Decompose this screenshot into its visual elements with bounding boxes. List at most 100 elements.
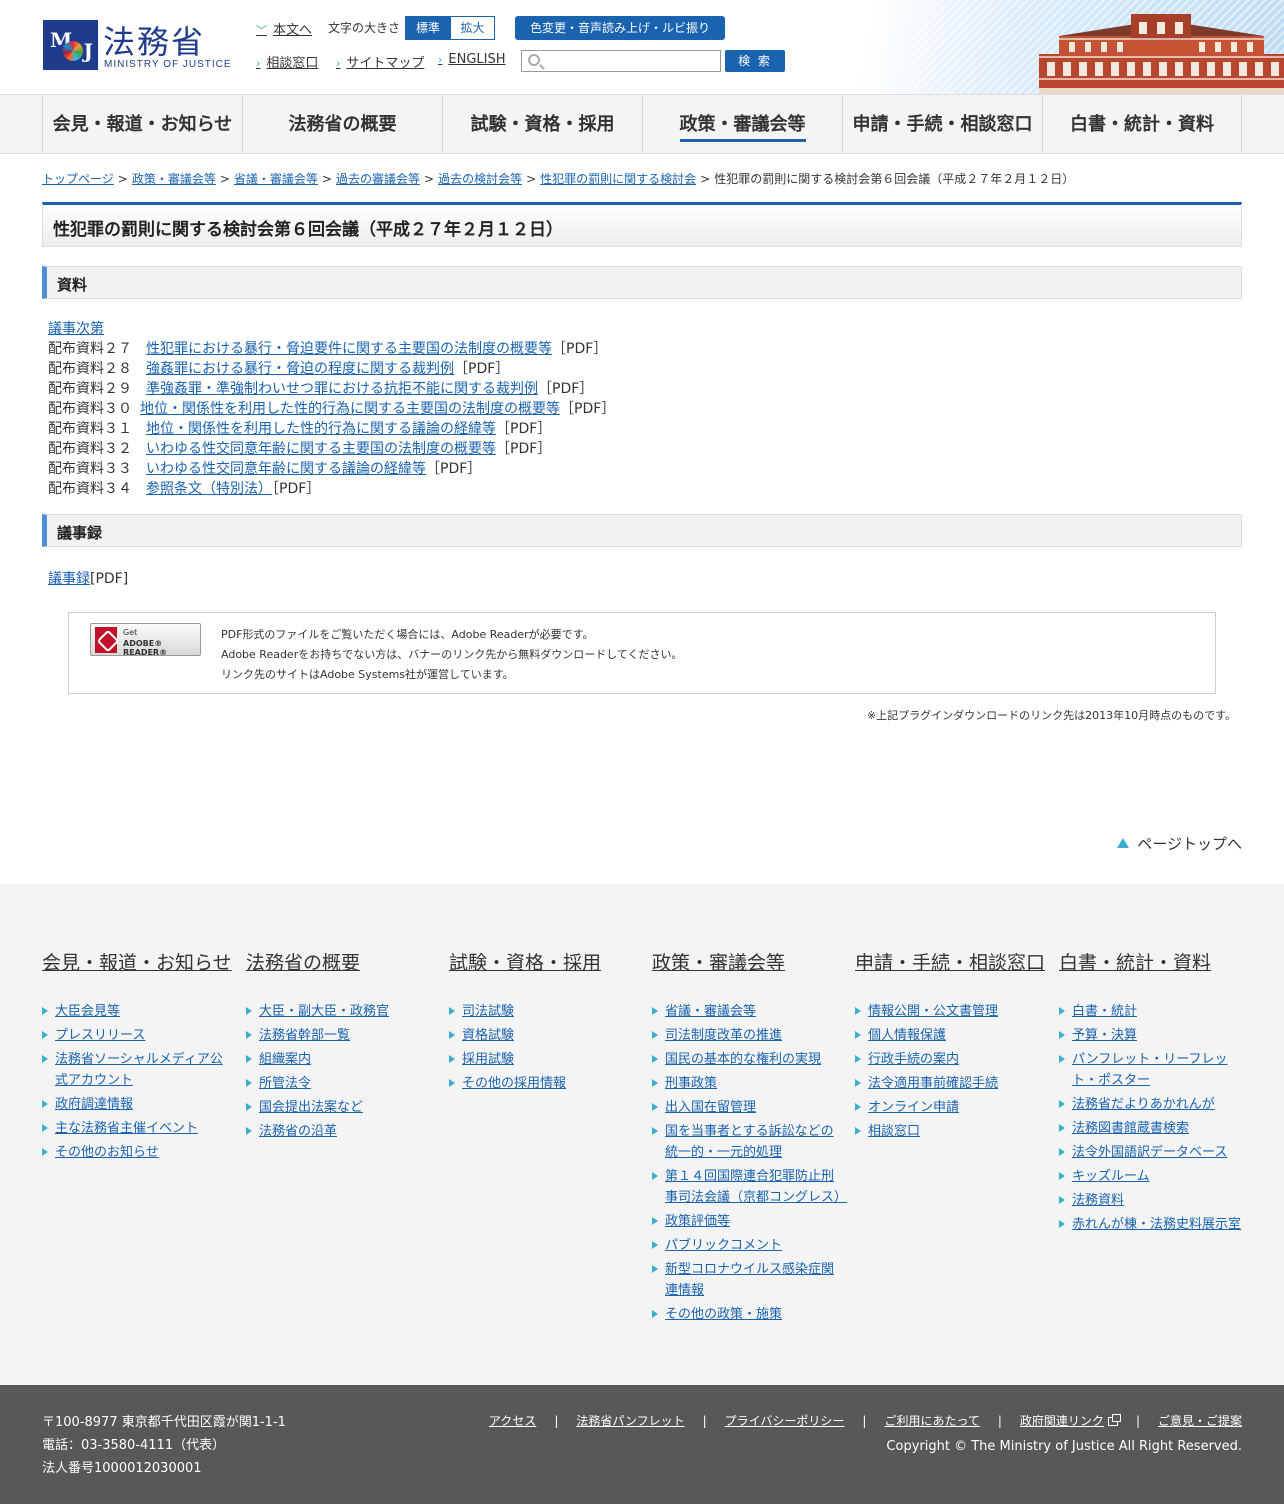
sitemap-list: 大臣・副大臣・政務官 法務省幹部一覧 組織案内所管法令国会提出法案など 法務省の沿革 [246, 1001, 436, 1142]
sitemap-link[interactable]: パンフレット・リーフレット・ポスター [1072, 1052, 1227, 1088]
sitemap-link[interactable]: 法務資料 [1072, 1193, 1124, 1208]
external-link-icon [1107, 1414, 1121, 1426]
sitemap-link[interactable]: 法務図書館蔵書検索 [1072, 1121, 1189, 1136]
sitemap-link[interactable]: 大臣・副大臣・政務官 [259, 1004, 389, 1019]
sitemap-column-title[interactable]: 政策・審議会等 [652, 948, 842, 975]
sitemap-link[interactable]: 法務省の沿革 [259, 1124, 337, 1139]
sitemap-link[interactable]: 大臣会見等 [55, 1004, 120, 1019]
sitemap-link[interactable]: 資格試験 [462, 1028, 514, 1043]
sitemap-column-title[interactable]: 申請・手続・相談窓口 [855, 948, 1045, 975]
sitemap-link[interactable]: 法令適用事前確認手続 [868, 1076, 998, 1091]
search-input[interactable] [521, 50, 721, 72]
sitemap-link[interactable]: 予算・決算 [1072, 1028, 1137, 1043]
site-header: MJ 法務省 MINISTRY OF JUSTICE ﹀ 本文へ 文字の大きさ 標… [0, 0, 1284, 94]
sitemap-link[interactable]: 組織案内 [259, 1052, 311, 1067]
chevron-right-icon: › [336, 57, 341, 70]
doc-label: 配布資料２８ [48, 361, 132, 377]
doc-link[interactable]: 強姦罪における暴行・脅迫の程度に関する裁判例 [146, 361, 454, 377]
breadcrumb-link[interactable]: 過去の審議会等 [336, 172, 420, 186]
sitemap-column-title[interactable]: 会見・報道・お知らせ [42, 948, 232, 975]
sitemap-link[interactable]: 第１４回国際連合犯罪防止刑事司法会議（京都コングレス） [665, 1169, 847, 1205]
sitemap-link[interactable]: 採用試験 [462, 1052, 514, 1067]
sitemap-link[interactable]: 行政手続の案内 [868, 1052, 959, 1067]
consult-link[interactable]: › 相談窓口 [256, 52, 318, 71]
english-link[interactable]: › ENGLISH [438, 52, 506, 67]
sitemap-link[interactable]: キッズルーム [1072, 1169, 1150, 1184]
breadcrumb-separator: > [526, 172, 537, 186]
ministry-logo[interactable]: MJ 法務省 MINISTRY OF JUSTICE [43, 19, 231, 73]
footer-link-feedback[interactable]: ご意見・ご提案 [1158, 1414, 1242, 1428]
font-size-large-button[interactable]: 拡大 [450, 16, 495, 40]
agenda-link[interactable]: 議事次第 [48, 321, 104, 337]
sitemap-link[interactable]: 司法制度改革の推進 [665, 1028, 782, 1043]
nav-exams[interactable]: 試験・資格・採用 [442, 95, 642, 153]
breadcrumb-link[interactable]: 政策・審議会等 [132, 172, 216, 186]
nav-policy[interactable]: 政策・審議会等 [642, 95, 842, 153]
sitemap-link[interactable]: その他のお知らせ [55, 1145, 159, 1160]
footer-link-terms[interactable]: ご利用にあたって [884, 1414, 979, 1428]
sitemap-link[interactable]: プレスリリース [55, 1028, 145, 1043]
triangle-up-icon [1117, 838, 1130, 848]
sitemap-link[interactable]: 所管法令 [259, 1076, 311, 1091]
accessibility-color-button[interactable]: 色変更・音声読み上げ・ルビ振り [515, 16, 725, 40]
breadcrumb-link[interactable]: 過去の検討会等 [438, 172, 522, 186]
sitemap-link[interactable]: 司法試験 [462, 1004, 514, 1019]
search-button[interactable]: 検 索 [725, 50, 785, 72]
page-top-link[interactable]: ページトップへ [1117, 833, 1242, 854]
logo-english-name: MINISTRY OF JUSTICE [104, 59, 232, 70]
sitemap-link[interactable]: 国民の基本的な権利の実現 [665, 1052, 821, 1067]
sitemap-link[interactable]: その他の政策・施策 [665, 1307, 782, 1322]
doc-link[interactable]: いわゆる性交同意年齢に関する議論の経緯等 [146, 461, 426, 477]
sitemap-link[interactable]: 国を当事者とする訴訟などの統一的・一元的処理 [665, 1124, 834, 1160]
footer-link-pamphlet[interactable]: 法務省パンフレット [576, 1414, 684, 1428]
sitemap-link[interactable]: 出入国在留管理 [665, 1100, 756, 1115]
nav-whitepapers[interactable]: 白書・統計・資料 [1042, 95, 1242, 153]
minutes-link[interactable]: 議事録 [48, 571, 90, 587]
nav-press[interactable]: 会見・報道・お知らせ [42, 95, 242, 153]
sitemap-link[interactable]: 法務省ソーシャルメディア公式アカウント [55, 1052, 223, 1088]
doc-link[interactable]: 地位・関係性を利用した性的行為に関する主要国の法制度の概要等 [140, 401, 560, 417]
doc-link[interactable]: 性犯罪における暴行・脅迫要件に関する主要国の法制度の概要等 [146, 341, 552, 357]
sitemap-link[interactable]: 情報公開・公文書管理 [868, 1004, 998, 1019]
sitemap-link[interactable]: 個人情報保護 [868, 1028, 946, 1043]
english-link-label: ENGLISH [448, 52, 506, 67]
doc-link[interactable]: いわゆる性交同意年齢に関する主要国の法制度の概要等 [146, 441, 496, 457]
sitemap-column-title[interactable]: 法務省の概要 [246, 948, 436, 975]
list-item: 配布資料２９ 準強姦罪・準強制わいせつ罪における抗拒不能に関する裁判例［PDF］ [48, 379, 615, 399]
list-item: 法令外国語訳データベース [1059, 1142, 1249, 1163]
footer-link-access[interactable]: アクセス [489, 1414, 536, 1428]
sitemap-link[interactable]: オンライン申請 [868, 1100, 959, 1115]
font-size-standard-button[interactable]: 標準 [405, 16, 451, 40]
skip-to-content-link[interactable]: ﹀ 本文へ [256, 19, 312, 38]
sitemap-link[interactable]: 法令外国語訳データベース [1072, 1145, 1227, 1160]
doc-link[interactable]: 準強姦罪・準強制わいせつ罪における抗拒不能に関する裁判例 [146, 381, 538, 397]
doc-link[interactable]: 地位・関係性を利用した性的行為に関する議論の経緯等 [146, 421, 496, 437]
nav-about[interactable]: 法務省の概要 [242, 95, 442, 153]
breadcrumb-link[interactable]: 省議・審議会等 [234, 172, 318, 186]
sitemap-link[interactable]: 新型コロナウイルス感染症関連情報 [665, 1262, 834, 1298]
sitemap-link[interactable]: 国会提出法案など [259, 1100, 363, 1115]
sitemap-link[interactable]: 主な法務省主催イベント [55, 1121, 198, 1136]
doc-link[interactable]: 参照条文（特別法） [146, 481, 272, 497]
sitemap-link[interactable]: その他の採用情報 [462, 1076, 566, 1091]
sitemap-link[interactable]: 法務省幹部一覧 [259, 1028, 350, 1043]
sitemap-link[interactable]: パブリックコメント [665, 1238, 782, 1253]
nav-procedures[interactable]: 申請・手続・相談窓口 [842, 95, 1042, 153]
sitemap-column-title[interactable]: 試験・資格・採用 [449, 948, 639, 975]
sitemap-link[interactable]: 省議・審議会等 [665, 1004, 756, 1019]
get-adobe-reader-button[interactable]: Get ADOBE® READER® [90, 623, 201, 657]
sitemap-link[interactable]: 白書・統計 [1072, 1004, 1137, 1019]
sitemap-link[interactable]: 相談窓口 [868, 1124, 920, 1139]
sitemap-link[interactable]: › サイトマップ [336, 52, 424, 71]
sitemap-link[interactable]: 政策評価等 [665, 1214, 730, 1229]
footer-link-gov[interactable]: 政府関連リンク [1020, 1414, 1121, 1428]
sitemap-link[interactable]: 政府調達情報 [55, 1097, 133, 1112]
footer-link-privacy[interactable]: プライバシーポリシー [725, 1414, 845, 1428]
sitemap-link[interactable]: 赤れんが棟・法務史料展示室 [1072, 1217, 1241, 1232]
breadcrumb-link[interactable]: トップページ [42, 172, 114, 186]
sitemap-column-title[interactable]: 白書・統計・資料 [1059, 948, 1249, 975]
breadcrumb-link[interactable]: 性犯罪の罰則に関する検討会 [540, 172, 696, 186]
page-top-label: ページトップへ [1137, 835, 1242, 853]
sitemap-link[interactable]: 刑事政策 [665, 1076, 717, 1091]
sitemap-link[interactable]: 法務省だよりあかれんが [1072, 1097, 1215, 1112]
